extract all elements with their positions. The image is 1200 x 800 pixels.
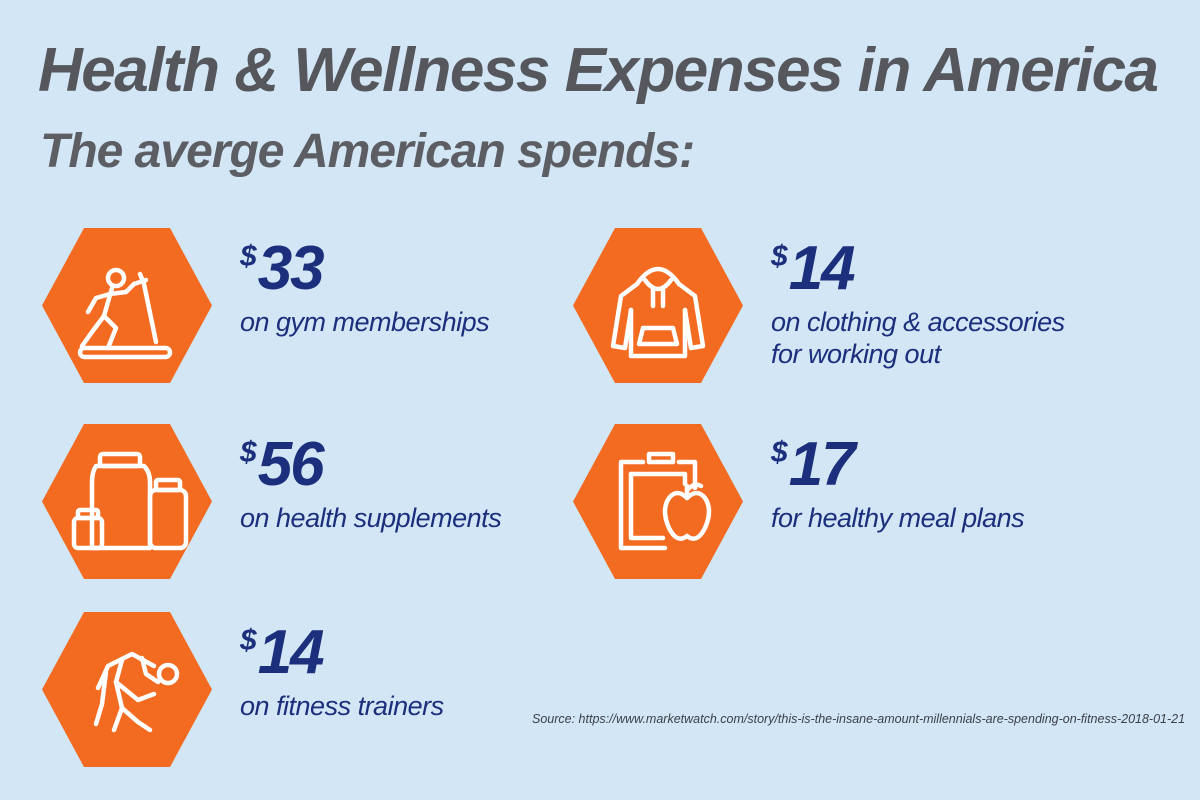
stat-healthy-meal-plans: $ 17 for healthy meal plans	[573, 424, 1093, 594]
stat-health-supplements: $ 56 on health supplements	[42, 424, 562, 594]
hexagon-badge	[573, 228, 743, 383]
amount-value: 17	[788, 430, 856, 499]
description-line: on health supplements	[240, 503, 502, 533]
stat-text: $ 56 on health supplements	[240, 434, 570, 534]
stat-description: on fitness trainers	[240, 690, 570, 722]
stat-text: $ 14 on fitness trainers	[240, 622, 570, 722]
stat-description: on health supplements	[240, 502, 570, 534]
description-line: for working out	[771, 339, 941, 370]
stat-amount: $ 14	[240, 622, 570, 684]
description-line: for healthy meal plans	[771, 503, 1025, 533]
stat-clothing-accessories: $ 14 on clothing & accessories for worki…	[573, 228, 1093, 398]
description-line: on gym memberships	[240, 307, 490, 337]
currency-symbol: $	[240, 436, 257, 469]
source-citation: Source: https://www.marketwatch.com/stor…	[532, 712, 1186, 726]
stat-fitness-trainers: $ 14 on fitness trainers	[42, 612, 562, 782]
stat-amount: $ 14	[771, 238, 1101, 300]
stat-amount: $ 33	[240, 238, 570, 300]
hexagon-badge	[42, 612, 212, 767]
amount-value: 14	[257, 618, 325, 687]
hexagon-badge	[42, 228, 212, 383]
stat-text: $ 33 on gym memberships	[240, 238, 570, 338]
currency-symbol: $	[240, 240, 257, 273]
page-title: Health & Wellness Expenses in America	[38, 36, 1159, 105]
stat-amount: $ 17	[771, 434, 1101, 496]
description-line: on fitness trainers	[240, 691, 444, 721]
amount-value: 33	[257, 234, 325, 303]
description-line: on clothing & accessories	[771, 307, 1065, 337]
stat-text: $ 17 for healthy meal plans	[771, 434, 1101, 534]
stat-description: for healthy meal plans	[771, 502, 1101, 534]
stat-gym-memberships: $ 33 on gym memberships	[42, 228, 562, 398]
stat-description: on gym memberships	[240, 306, 570, 338]
page-subtitle: The averge American spends:	[40, 125, 695, 178]
hexagon-badge	[573, 424, 743, 579]
currency-symbol: $	[771, 436, 788, 469]
stat-description: on clothing & accessories for working ou…	[771, 306, 1101, 371]
amount-value: 14	[788, 234, 856, 303]
currency-symbol: $	[240, 624, 257, 657]
stat-text: $ 14 on clothing & accessories for worki…	[771, 238, 1101, 371]
hexagon-badge	[42, 424, 212, 579]
amount-value: 56	[257, 430, 325, 499]
currency-symbol: $	[771, 240, 788, 273]
stat-amount: $ 56	[240, 434, 570, 496]
